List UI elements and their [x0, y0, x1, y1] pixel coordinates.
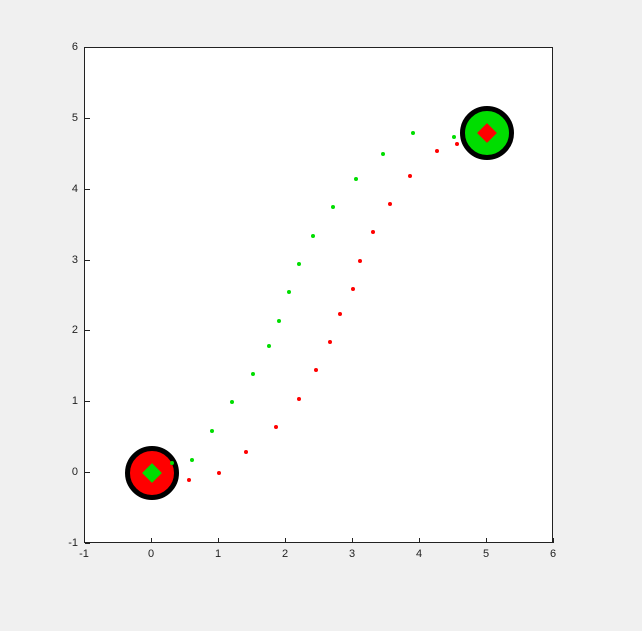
- red-path-dot: [217, 471, 221, 475]
- green-path-dot: [267, 344, 271, 348]
- y-tick-label: 6: [72, 41, 78, 53]
- green-path-dot: [170, 461, 174, 465]
- green-path-dot: [411, 131, 415, 135]
- axes: [84, 47, 553, 543]
- red-path-dot: [358, 259, 362, 263]
- red-path-dot: [388, 202, 392, 206]
- start-circle: [125, 446, 179, 500]
- green-path-dot: [287, 290, 291, 294]
- x-tick-label: 3: [349, 548, 355, 560]
- green-path-dot: [277, 319, 281, 323]
- green-path-dot: [354, 177, 358, 181]
- red-path-dot: [187, 478, 191, 482]
- red-path-dot: [328, 340, 332, 344]
- x-tick-label: 1: [215, 548, 221, 560]
- y-tick-label: 0: [72, 466, 78, 478]
- x-tick-label: -1: [79, 548, 89, 560]
- plot-area: [85, 48, 552, 542]
- red-path-dot: [408, 174, 412, 178]
- red-path-dot: [274, 425, 278, 429]
- green-path-dot: [297, 262, 301, 266]
- y-tick-label: 5: [72, 112, 78, 124]
- green-path-dot: [230, 400, 234, 404]
- y-tick-label: 1: [72, 395, 78, 407]
- y-tick-label: 3: [72, 254, 78, 266]
- y-tick-label: -1: [68, 537, 78, 549]
- red-path-dot: [455, 142, 459, 146]
- green-path-dot: [452, 135, 456, 139]
- x-tick-label: 0: [148, 548, 154, 560]
- x-tick-label: 6: [550, 548, 556, 560]
- red-path-dot: [351, 287, 355, 291]
- green-path-dot: [311, 234, 315, 238]
- red-path-dot: [371, 230, 375, 234]
- end-circle: [460, 106, 514, 160]
- green-path-dot: [210, 429, 214, 433]
- green-path-dot: [381, 152, 385, 156]
- red-path-dot: [244, 450, 248, 454]
- red-path-dot: [435, 149, 439, 153]
- red-path-dot: [314, 368, 318, 372]
- y-tick-label: 2: [72, 324, 78, 336]
- y-tick-label: 4: [72, 183, 78, 195]
- green-path-dot: [190, 458, 194, 462]
- green-path-dot: [251, 372, 255, 376]
- x-tick-label: 5: [483, 548, 489, 560]
- x-tick-label: 4: [416, 548, 422, 560]
- x-tick-label: 2: [282, 548, 288, 560]
- figure-window: -1 0 1 2 3 4 5 6 -1 0 1 2 3 4 5 6: [0, 0, 642, 631]
- red-path-dot: [338, 312, 342, 316]
- red-path-dot: [297, 397, 301, 401]
- green-path-dot: [331, 205, 335, 209]
